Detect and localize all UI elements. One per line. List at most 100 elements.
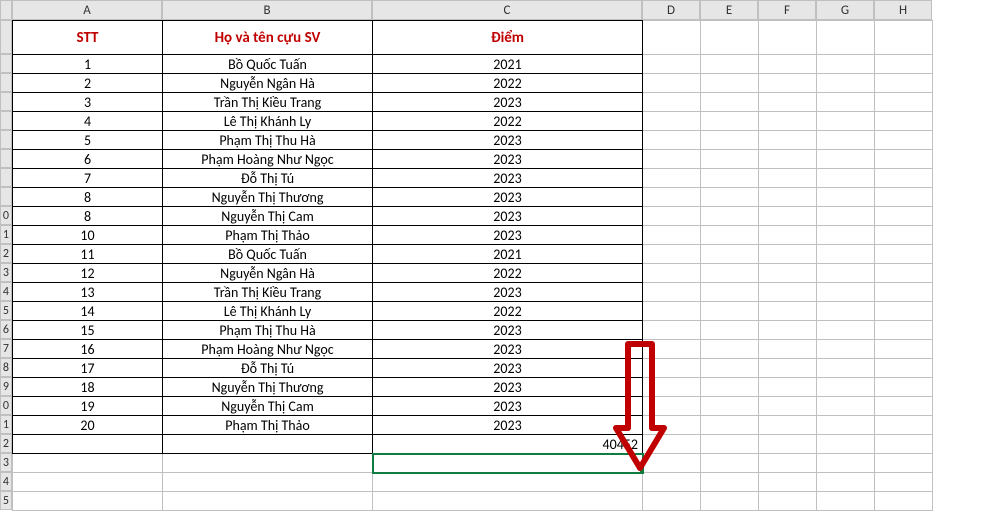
cell-name[interactable]: Phạm Thị Thu Hà	[163, 321, 373, 340]
empty-cell[interactable]	[643, 226, 701, 245]
empty-cell[interactable]	[759, 131, 817, 150]
empty-cell[interactable]	[875, 302, 933, 321]
cell-stt[interactable]: 15	[13, 321, 163, 340]
cell-stt[interactable]: 16	[13, 340, 163, 359]
row-header[interactable]: 1	[0, 225, 12, 244]
empty-cell[interactable]	[759, 112, 817, 131]
empty-cell[interactable]	[163, 492, 373, 511]
row-header[interactable]	[0, 130, 12, 149]
cell-stt[interactable]: 19	[13, 397, 163, 416]
cell-name[interactable]: Nguyễn Thị Cam	[163, 397, 373, 416]
empty-cell[interactable]	[875, 283, 933, 302]
col-header-F[interactable]: F	[758, 0, 816, 20]
empty-cell[interactable]	[759, 226, 817, 245]
row-header[interactable]	[0, 20, 12, 54]
row-header[interactable]: 9	[0, 377, 12, 396]
empty-cell[interactable]	[643, 492, 701, 511]
empty-cell[interactable]	[759, 397, 817, 416]
cell-name[interactable]: Phạm Thị Thu Hà	[163, 131, 373, 150]
cell-name[interactable]: Nguyễn Thị Cam	[163, 207, 373, 226]
empty-cell[interactable]	[817, 435, 875, 454]
empty-cell[interactable]	[759, 416, 817, 435]
row-header[interactable]: 7	[0, 339, 12, 358]
empty-cell[interactable]	[759, 340, 817, 359]
empty-cell[interactable]	[163, 435, 373, 454]
empty-cell[interactable]	[759, 150, 817, 169]
empty-cell[interactable]	[701, 188, 759, 207]
empty-cell[interactable]	[759, 74, 817, 93]
cell-stt[interactable]: 7	[13, 169, 163, 188]
row-header[interactable]: 4	[0, 472, 12, 491]
empty-cell[interactable]	[643, 21, 701, 55]
cell-score[interactable]: 2022	[373, 74, 643, 93]
empty-cell[interactable]	[643, 359, 701, 378]
cell-score[interactable]: 2023	[373, 378, 643, 397]
empty-cell[interactable]	[817, 188, 875, 207]
empty-cell[interactable]	[759, 492, 817, 511]
row-header[interactable]	[0, 111, 12, 130]
cell-score[interactable]: 2023	[373, 359, 643, 378]
empty-cell[interactable]	[875, 473, 933, 492]
empty-cell[interactable]	[875, 112, 933, 131]
empty-cell[interactable]	[817, 169, 875, 188]
empty-cell[interactable]	[643, 112, 701, 131]
cell-stt[interactable]: 17	[13, 359, 163, 378]
cell-score[interactable]: 2023	[373, 169, 643, 188]
row-header[interactable]	[0, 187, 12, 206]
empty-cell[interactable]	[643, 283, 701, 302]
empty-cell[interactable]	[875, 264, 933, 283]
empty-cell[interactable]	[817, 302, 875, 321]
cell-name[interactable]: Nguyễn Thị Thương	[163, 188, 373, 207]
row-header[interactable]: 0	[0, 396, 12, 415]
row-header[interactable]: 3	[0, 263, 12, 282]
empty-cell[interactable]	[373, 473, 643, 492]
cell-stt[interactable]: 20	[13, 416, 163, 435]
empty-cell[interactable]	[701, 55, 759, 74]
cell-score[interactable]: 2021	[373, 55, 643, 74]
cell-score[interactable]: 2023	[373, 188, 643, 207]
cell-name[interactable]: Trần Thị Kiều Trang	[163, 93, 373, 112]
select-all-corner[interactable]	[0, 0, 12, 20]
cell-stt[interactable]: 13	[13, 283, 163, 302]
cell-stt[interactable]: 5	[13, 131, 163, 150]
empty-cell[interactable]	[163, 473, 373, 492]
empty-cell[interactable]	[759, 283, 817, 302]
empty-cell[interactable]	[759, 378, 817, 397]
empty-cell[interactable]	[817, 112, 875, 131]
row-header[interactable]	[0, 149, 12, 168]
empty-cell[interactable]	[643, 340, 701, 359]
empty-cell[interactable]	[759, 264, 817, 283]
row-header[interactable]: 5	[0, 301, 12, 320]
cell-stt[interactable]: 4	[13, 112, 163, 131]
cell-name[interactable]: Phạm Hoàng Như Ngọc	[163, 340, 373, 359]
empty-cell[interactable]	[701, 226, 759, 245]
table-header-stt[interactable]: STT	[13, 21, 163, 55]
empty-cell[interactable]	[701, 74, 759, 93]
cell-score[interactable]: 2022	[373, 112, 643, 131]
empty-cell[interactable]	[373, 492, 643, 511]
cell-stt[interactable]: 18	[13, 378, 163, 397]
empty-cell[interactable]	[759, 454, 817, 473]
row-header[interactable]: 2	[0, 434, 12, 453]
empty-cell[interactable]	[701, 359, 759, 378]
empty-cell[interactable]	[701, 112, 759, 131]
cell-score[interactable]: 2023	[373, 131, 643, 150]
empty-cell[interactable]	[759, 435, 817, 454]
col-header-H[interactable]: H	[874, 0, 932, 20]
cell-name[interactable]: Lê Thị Khánh Ly	[163, 112, 373, 131]
empty-cell[interactable]	[875, 397, 933, 416]
cell-stt[interactable]: 2	[13, 74, 163, 93]
empty-cell[interactable]	[701, 93, 759, 112]
empty-cell[interactable]	[701, 150, 759, 169]
empty-cell[interactable]	[875, 340, 933, 359]
empty-cell[interactable]	[643, 74, 701, 93]
col-header-B[interactable]: B	[162, 0, 372, 20]
table-header-score[interactable]: Điểm	[373, 21, 643, 55]
cell-name[interactable]: Bồ Quốc Tuấn	[163, 245, 373, 264]
empty-cell[interactable]	[701, 131, 759, 150]
empty-cell[interactable]	[643, 302, 701, 321]
empty-cell[interactable]	[701, 245, 759, 264]
cell-score[interactable]: 2023	[373, 397, 643, 416]
empty-cell[interactable]	[875, 359, 933, 378]
empty-cell[interactable]	[643, 321, 701, 340]
